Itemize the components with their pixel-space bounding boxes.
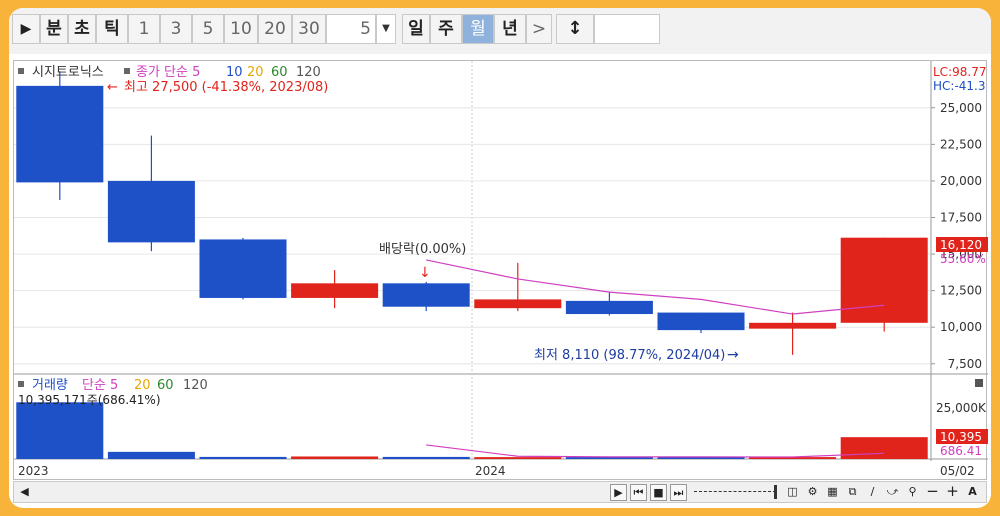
vol-ma-60-label: 60 [157, 378, 174, 393]
volume-ma-tag: 686.41 [940, 444, 982, 458]
volume-ma-line [426, 444, 885, 458]
ma-20-label: 20 [247, 65, 264, 80]
volume-ma-label: 단순 5 [82, 378, 118, 393]
chart-type-icon[interactable]: ◫ [784, 484, 801, 501]
settings-icon[interactable]: ⚙ [804, 484, 821, 501]
chart-toolbar: ▶ 분 초 틱 1 3 5 10 20 30 5 ▼ 일 주 월 년 > ↕ [9, 8, 991, 54]
ma-label: 종가 단순 5 [136, 65, 200, 80]
dividend-annotation: 배당락(0.00%) [379, 242, 466, 257]
month-button[interactable]: 월 [462, 14, 494, 44]
candle-body[interactable] [199, 239, 287, 298]
candle-body[interactable] [107, 180, 195, 243]
x-label-2024: 2024 [475, 464, 506, 478]
interval-10-button[interactable]: 10 [224, 14, 258, 44]
scroll-play-icon[interactable]: ▶ [610, 484, 627, 501]
zoom-icon[interactable]: ⚲ [904, 484, 921, 501]
y-tick-label: 22,500 [940, 137, 982, 151]
interval-30-button[interactable]: 30 [292, 14, 326, 44]
candle-body[interactable] [291, 283, 379, 298]
count-dropdown-icon[interactable]: ▼ [376, 14, 396, 44]
high-arrow-icon: ← [107, 80, 118, 95]
candle-body[interactable] [840, 237, 928, 323]
blank-input[interactable] [594, 14, 660, 44]
dividend-arrow-icon: ↓ [419, 265, 431, 281]
vol-ytick: 25,000K [936, 401, 987, 415]
play-icon[interactable]: ▶ [12, 14, 40, 44]
next-button[interactable]: > [526, 14, 552, 44]
y-tick-label: 10,000 [940, 320, 982, 334]
volume-bar[interactable] [16, 402, 104, 459]
chart-area[interactable]: 시지트로닉스 종가 단순 5 10 20 60 120 ← 최고 27,500 … [13, 60, 988, 480]
stock-name: 시지트로닉스 [32, 65, 104, 80]
chart-svg: 시지트로닉스 종가 단순 5 10 20 60 120 ← 최고 27,500 … [14, 61, 988, 478]
interval-20-button[interactable]: 20 [258, 14, 292, 44]
low-arrow-icon: → [727, 347, 739, 363]
x-current-label: 05/02 [940, 464, 975, 478]
volume-bar[interactable] [199, 456, 287, 459]
volume-bar[interactable] [107, 451, 195, 459]
draw-icon[interactable]: ∕ [864, 484, 881, 501]
trend-icon[interactable]: ⤻ [884, 484, 901, 501]
scroll-left-icon[interactable]: ◀ [16, 484, 33, 501]
ma-10-label: 10 [226, 65, 243, 80]
indicator-icon[interactable]: ▦ [824, 484, 841, 501]
hc-label: HC:-41.3 [933, 79, 986, 93]
candle-body[interactable] [749, 322, 837, 329]
volume-info: 10,395,171주(686.41%) [18, 393, 161, 407]
volume-tag: 10,395 [940, 430, 982, 444]
panel-marker-icon [18, 68, 24, 74]
zoom-in-icon[interactable]: + [944, 484, 961, 501]
volume-bar[interactable] [840, 437, 928, 459]
tick-button[interactable]: 틱 [96, 14, 128, 44]
x-label-2023: 2023 [18, 464, 49, 478]
second-button[interactable]: 초 [68, 14, 96, 44]
minute-button[interactable]: 분 [40, 14, 68, 44]
candle-body[interactable] [382, 283, 470, 307]
volume-bar[interactable] [382, 456, 470, 459]
candle-body[interactable] [16, 85, 104, 183]
y-tick-label: 12,500 [940, 284, 982, 298]
day-button[interactable]: 일 [402, 14, 430, 44]
y-tick-label: 25,000 [940, 101, 982, 115]
y-tick-label: 7,500 [948, 357, 982, 371]
week-button[interactable]: 주 [430, 14, 462, 44]
vol-panel-close-icon[interactable] [975, 379, 983, 387]
price-tag: 16,120 [940, 238, 982, 252]
zoom-slider-handle[interactable] [774, 485, 777, 499]
lc-label: LC:98.77 [933, 65, 986, 79]
candle-body[interactable] [657, 312, 745, 331]
scroll-rewind-icon[interactable]: ⏮ [630, 484, 647, 501]
ma-60-label: 60 [271, 65, 288, 80]
ma-120-label: 120 [296, 65, 321, 80]
count-input[interactable]: 5 [326, 14, 376, 44]
vol-marker-icon [18, 381, 24, 387]
chart-scrollbar[interactable]: ◀ ▶ ⏮ ■ ⏭ ◫ ⚙ ▦ ⧉ ∕ ⤻ ⚲ − + A [13, 481, 987, 503]
copy-icon[interactable]: ⧉ [844, 484, 861, 501]
interval-5-button[interactable]: 5 [192, 14, 224, 44]
high-annotation: 최고 27,500 (-41.38%, 2023/08) [124, 80, 328, 95]
scroll-stop-icon[interactable]: ■ [650, 484, 667, 501]
zoom-out-icon[interactable]: − [924, 484, 941, 501]
volume-bar[interactable] [474, 457, 562, 459]
low-annotation: 최저 8,110 (98.77%, 2024/04) [534, 348, 725, 363]
scroll-forward-icon[interactable]: ⏭ [670, 484, 687, 501]
font-size-icon[interactable]: A [964, 484, 981, 501]
ma-tag: 55.60% [940, 252, 986, 266]
volume-bar[interactable] [291, 456, 379, 459]
interval-1-button[interactable]: 1 [128, 14, 160, 44]
candle-body[interactable] [474, 299, 562, 309]
interval-3-button[interactable]: 3 [160, 14, 192, 44]
volume-title: 거래량 [32, 378, 68, 393]
chart-window: ▶ 분 초 틱 1 3 5 10 20 30 5 ▼ 일 주 월 년 > ↕ 시… [9, 8, 991, 508]
ma-marker-icon [124, 68, 130, 74]
y-tick-label: 17,500 [940, 211, 982, 225]
y-tick-label: 20,000 [940, 174, 982, 188]
vertical-resize-icon[interactable]: ↕ [556, 14, 594, 44]
year-button[interactable]: 년 [494, 14, 526, 44]
vol-ma-20-label: 20 [134, 378, 151, 393]
zoom-slider[interactable] [694, 491, 776, 493]
candle-body[interactable] [565, 300, 653, 315]
vol-ma-120-label: 120 [183, 378, 208, 393]
